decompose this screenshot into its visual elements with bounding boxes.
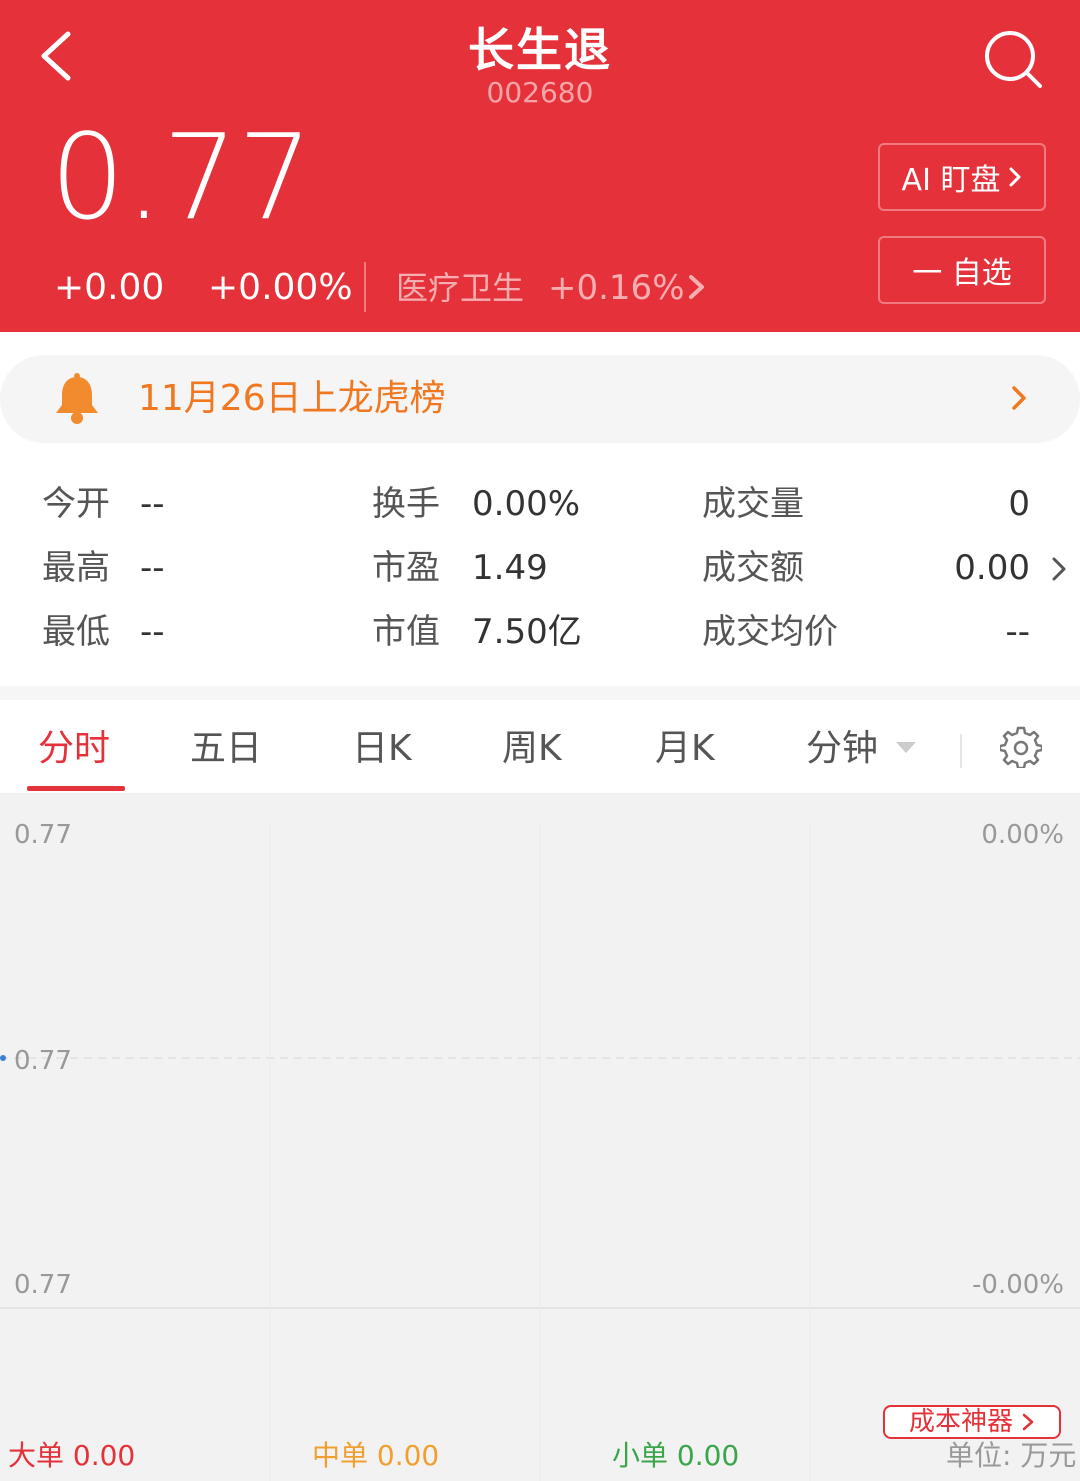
- high-label: 最高: [42, 548, 110, 588]
- ai-monitor-label: AI 盯盘: [901, 163, 1001, 198]
- watchlist-label: 一 自选: [912, 256, 1012, 291]
- sector-name[interactable]: 医疗卫生: [396, 266, 524, 310]
- y-left-mid-label: 0.77: [14, 1046, 72, 1076]
- tab-weekly-k[interactable]: 周K: [502, 726, 562, 772]
- chevron-right-icon[interactable]: [686, 272, 708, 302]
- tab-intraday[interactable]: 分时: [38, 726, 110, 772]
- chevron-right-icon: [1022, 1413, 1034, 1431]
- market-cap-label: 市值: [372, 612, 440, 652]
- stock-header: 长生退 002680 0.77 +0.00 +0.00% 医疗卫生 +0.16%…: [0, 0, 1080, 332]
- pe-value: 1.49: [472, 548, 548, 588]
- low-label: 最低: [42, 612, 110, 652]
- amount-label[interactable]: 成交额: [702, 546, 804, 590]
- y-right-bottom-label: -0.00%: [972, 1270, 1064, 1300]
- pe-label: 市盈: [372, 548, 440, 588]
- chevron-right-icon: [1012, 386, 1026, 410]
- open-value: --: [140, 484, 165, 524]
- volume-value: 0: [1008, 484, 1030, 524]
- y-right-top-label: 0.00%: [981, 820, 1064, 850]
- remove-watchlist-button[interactable]: 一 自选: [878, 236, 1046, 304]
- mid-order-flow: 中单 0.00: [312, 1439, 440, 1472]
- avg-price-label: 成交均价: [702, 612, 838, 652]
- stock-name: 长生退: [468, 23, 612, 77]
- active-tab-underline: [27, 786, 125, 791]
- chart-grid: [0, 824, 1080, 1481]
- amount-value[interactable]: 0.00: [954, 546, 1030, 590]
- tab-daily-k[interactable]: 日K: [352, 726, 412, 772]
- header-divider: [364, 262, 366, 312]
- y-left-bottom-label: 0.77: [14, 1270, 72, 1300]
- turnover-value: 0.00%: [472, 484, 581, 524]
- bell-icon: [56, 373, 98, 424]
- ai-monitor-button[interactable]: AI 盯盘: [878, 143, 1046, 211]
- price-dot: [0, 1055, 6, 1061]
- chevron-right-icon[interactable]: [1050, 554, 1068, 584]
- sector-change[interactable]: +0.16%: [548, 266, 685, 310]
- big-order-flow: 大单 0.00: [8, 1439, 136, 1472]
- high-value: --: [140, 548, 165, 588]
- search-icon[interactable]: [980, 26, 1046, 92]
- open-label: 今开: [42, 484, 110, 524]
- price-change-percent: +0.00%: [208, 267, 353, 308]
- cost-tool-button[interactable]: 成本神器: [883, 1405, 1061, 1439]
- alert-text: 11月26日上龙虎榜: [138, 378, 446, 419]
- cost-tool-label: 成本神器: [908, 1407, 1013, 1437]
- gear-icon[interactable]: [1000, 726, 1042, 768]
- dragon-tiger-alert[interactable]: 11月26日上龙虎榜: [0, 355, 1080, 443]
- tab-minute[interactable]: 分钟: [806, 726, 878, 772]
- caret-down-icon[interactable]: [896, 742, 916, 754]
- low-value: --: [140, 612, 165, 652]
- tab-divider: [960, 734, 962, 768]
- stock-code: 002680: [486, 76, 594, 109]
- chevron-right-icon: [1009, 167, 1021, 187]
- y-left-top-label: 0.77: [14, 820, 72, 850]
- section-divider: [0, 686, 1080, 700]
- intraday-chart[interactable]: 0.77 0.77 0.77 0.00% -0.00%: [0, 794, 1080, 1481]
- turnover-label: 换手: [372, 484, 440, 524]
- small-order-flow: 小单 0.00: [612, 1439, 740, 1472]
- volume-label: 成交量: [702, 484, 804, 524]
- price-change: +0.00: [54, 267, 165, 308]
- unit-label: 单位: 万元: [946, 1439, 1077, 1472]
- current-price: 0.77: [50, 108, 313, 246]
- tab-monthly-k[interactable]: 月K: [655, 726, 715, 772]
- tab-five-day[interactable]: 五日: [190, 726, 262, 772]
- avg-price-value: --: [1005, 612, 1030, 652]
- chart-tabs: 分时 五日 日K 周K 月K 分钟: [0, 700, 1080, 794]
- market-cap-value: 7.50亿: [472, 612, 582, 652]
